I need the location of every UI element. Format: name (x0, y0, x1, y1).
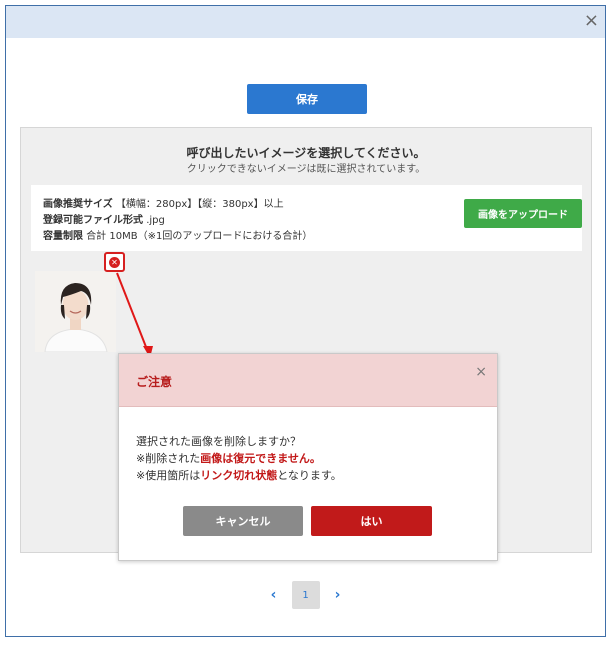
next-page-icon[interactable]: › (328, 587, 348, 603)
save-button[interactable]: 保存 (247, 84, 367, 114)
format-label: 登録可能ファイル形式 (43, 215, 143, 226)
panel-title: 呼び出したいイメージを選択してください。 (186, 146, 426, 160)
delete-circle-icon: ✕ (109, 256, 120, 268)
dialog-title: ご注意 (136, 375, 173, 389)
upload-image-button[interactable]: 画像をアップロード (464, 199, 582, 228)
dialog-header: ご注意 × (119, 354, 497, 407)
upload-info-box: 画像推奨サイズ 【横幅：280px】【縦：380px】以上 登録可能ファイル形式… (31, 185, 582, 251)
dialog-close-icon[interactable]: × (475, 364, 487, 380)
dialog-message: 選択された画像を削除しますか？ ※削除された画像は復元できません。 ※使用箇所は… (136, 433, 342, 484)
size-info: 画像推奨サイズ 【横幅：280px】【縦：380px】以上 (43, 195, 284, 210)
cancel-button[interactable]: キャンセル (183, 506, 303, 536)
dialog-line-2: ※削除された画像は復元できません。 (136, 452, 321, 465)
portrait-image (35, 271, 116, 352)
confirm-dialog: ご注意 × 選択された画像を削除しますか？ ※削除された画像は復元できません。 … (118, 353, 498, 561)
delete-image-button[interactable]: ✕ (104, 252, 125, 272)
size-label: 画像推奨サイズ (43, 199, 113, 210)
dialog-line-1: 選択された画像を削除しますか？ (136, 435, 301, 448)
image-thumbnail[interactable] (35, 271, 116, 352)
modal-titlebar: × (6, 6, 605, 38)
confirm-yes-button[interactable]: はい (311, 506, 432, 536)
format-info: 登録可能ファイル形式 .jpg (43, 211, 165, 226)
close-icon[interactable]: × (584, 11, 599, 31)
pagination: ‹ 1 › (6, 581, 605, 609)
size-value: 【横幅：280px】【縦：380px】以上 (115, 199, 284, 210)
page-number-current[interactable]: 1 (291, 581, 320, 609)
format-value: .jpg (146, 215, 165, 226)
panel-subtitle: クリックできないイメージは既に選択されています。 (186, 164, 426, 175)
capacity-label: 容量制限 (43, 231, 83, 242)
capacity-value: 合計 10MB（※1回のアップロードにおける合計） (86, 231, 313, 242)
capacity-info: 容量制限 合計 10MB（※1回のアップロードにおける合計） (43, 227, 312, 242)
dialog-line-3: ※使用箇所はリンク切れ状態となります。 (136, 469, 342, 482)
prev-page-icon[interactable]: ‹ (264, 587, 284, 603)
